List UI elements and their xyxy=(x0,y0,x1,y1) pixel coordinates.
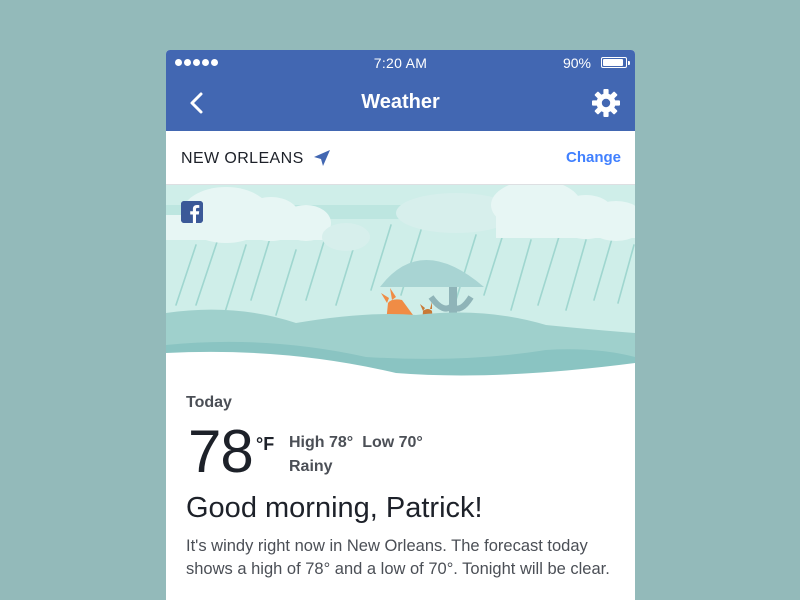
facebook-logo-icon xyxy=(181,201,203,223)
battery-percent: 90% xyxy=(562,55,591,71)
low-temperature: Low 70° xyxy=(362,434,423,451)
status-bar: 7:20 AM 90% xyxy=(166,50,635,76)
rain-illustration xyxy=(166,185,635,385)
change-location-button[interactable]: Change xyxy=(566,149,621,166)
location-arrow-icon xyxy=(314,150,330,166)
location-name: NEW ORLEANS xyxy=(181,150,304,167)
temperature-unit: °F xyxy=(256,434,275,454)
high-temperature: High 78° xyxy=(289,434,354,451)
forecast-text: It's windy right now in New Orleans. The… xyxy=(186,537,610,578)
greeting-heading: Good morning, Patrick! xyxy=(186,492,483,524)
weather-app-screen: 7:20 AM 90% Weather NEW ORLEANS Change T… xyxy=(166,50,635,600)
weather-condition: Rainy xyxy=(289,458,333,475)
day-label: Today xyxy=(186,394,232,411)
nav-bar: Weather xyxy=(166,76,635,131)
temperature: 78 xyxy=(188,418,254,485)
page-title: Weather xyxy=(361,91,440,113)
high-low: High 78° Low 70° xyxy=(289,434,423,452)
location-row: NEW ORLEANS Change xyxy=(166,131,635,185)
battery-icon xyxy=(601,57,630,68)
gear-icon[interactable] xyxy=(591,88,621,118)
